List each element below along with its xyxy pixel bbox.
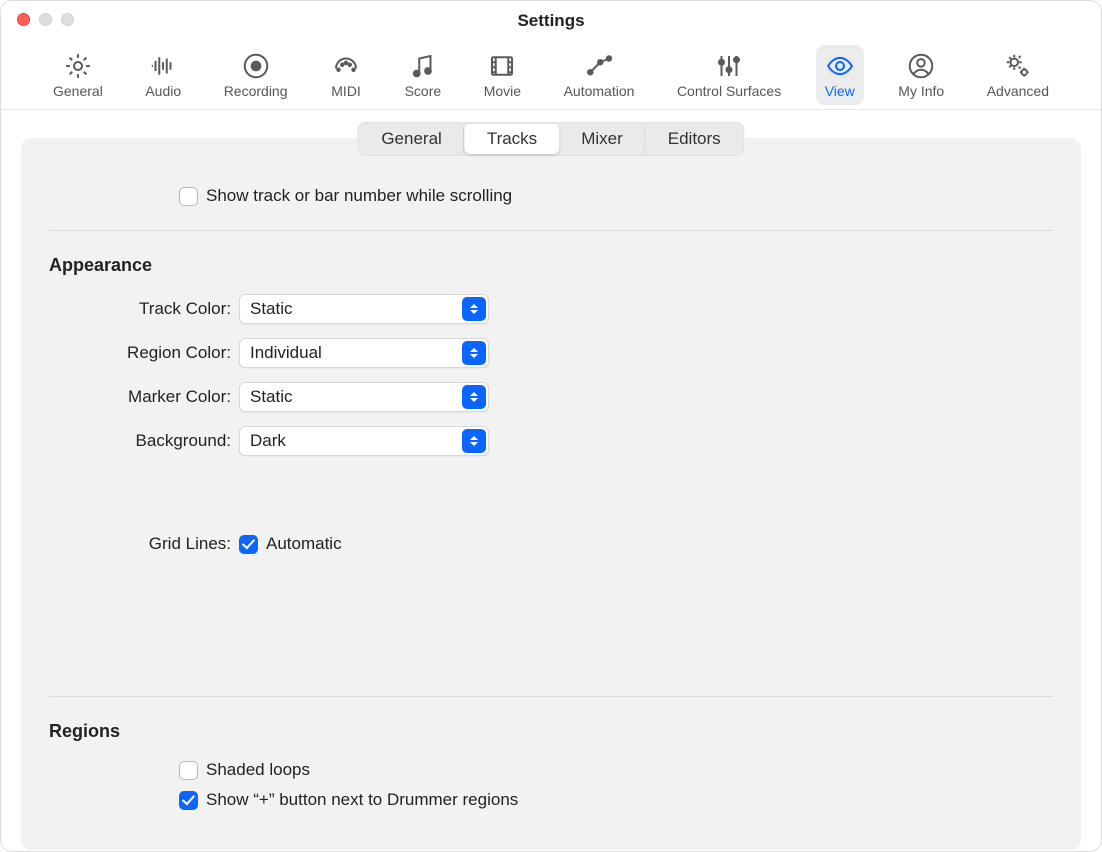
toolbar-tab-label: MIDI xyxy=(331,83,361,99)
midi-icon xyxy=(330,51,362,81)
show-track-or-bar-number-label: Show track or bar number while scrolling xyxy=(206,186,512,206)
show-track-or-bar-number-row: Show track or bar number while scrolling xyxy=(179,186,1053,206)
zoom-window-button[interactable] xyxy=(61,13,74,26)
music-note-icon xyxy=(407,51,439,81)
toolbar-tab-label: Control Surfaces xyxy=(677,83,781,99)
show-track-or-bar-number-checkbox[interactable] xyxy=(179,187,198,206)
separator xyxy=(49,230,1053,231)
segmented-control: General Tracks Mixer Editors xyxy=(357,122,744,156)
waveform-icon xyxy=(147,51,179,81)
toolbar-tab-label: Automation xyxy=(564,83,635,99)
titlebar: Settings xyxy=(1,1,1101,41)
show-plus-drummer-checkbox[interactable] xyxy=(179,791,198,810)
regions-section-title: Regions xyxy=(49,721,1053,742)
toolbar-tab-label: Score xyxy=(405,83,442,99)
background-select[interactable]: Dark xyxy=(239,426,489,456)
appearance-section-title: Appearance xyxy=(49,255,1053,276)
minimize-window-button[interactable] xyxy=(39,13,52,26)
toolbar-tab-audio[interactable]: Audio xyxy=(137,45,189,105)
segment-label: Mixer xyxy=(581,129,623,148)
region-color-label: Region Color: xyxy=(49,343,239,363)
toolbar-tab-my-info[interactable]: My Info xyxy=(890,45,952,105)
toolbar-tab-label: View xyxy=(825,83,855,99)
segment-tracks[interactable]: Tracks xyxy=(465,124,559,154)
settings-window: Settings General Audio Recording MIDI xyxy=(0,0,1102,852)
marker-color-row: Marker Color: Static xyxy=(49,382,1053,412)
sliders-icon xyxy=(713,51,745,81)
toolbar-tab-movie[interactable]: Movie xyxy=(476,45,529,105)
toolbar-tab-advanced[interactable]: Advanced xyxy=(979,45,1057,105)
segment-label: Tracks xyxy=(487,129,537,148)
segment-editors[interactable]: Editors xyxy=(646,124,743,154)
content-outer: General Tracks Mixer Editors Show track … xyxy=(1,110,1101,852)
background-row: Background: Dark xyxy=(49,426,1053,456)
person-circle-icon xyxy=(905,51,937,81)
segment-mixer[interactable]: Mixer xyxy=(559,124,646,154)
toolbar-tab-control-surfaces[interactable]: Control Surfaces xyxy=(669,45,789,105)
toolbar-tab-automation[interactable]: Automation xyxy=(556,45,643,105)
toolbar-tab-label: Audio xyxy=(145,83,181,99)
toolbar-tab-general[interactable]: General xyxy=(45,45,111,105)
track-color-label: Track Color: xyxy=(49,299,239,319)
film-icon xyxy=(486,51,518,81)
track-color-row: Track Color: Static xyxy=(49,294,1053,324)
show-plus-drummer-row: Show “+” button next to Drummer regions xyxy=(179,790,1053,810)
show-plus-drummer-label: Show “+” button next to Drummer regions xyxy=(206,790,518,810)
background-value: Dark xyxy=(250,431,286,451)
toolbar-tab-recording[interactable]: Recording xyxy=(216,45,296,105)
marker-color-label: Marker Color: xyxy=(49,387,239,407)
marker-color-value: Static xyxy=(250,387,293,407)
shaded-loops-label: Shaded loops xyxy=(206,760,310,780)
toolbar-tab-label: Movie xyxy=(484,83,521,99)
window-title: Settings xyxy=(517,11,584,31)
toolbar-tab-score[interactable]: Score xyxy=(397,45,450,105)
toolbar-tab-label: Recording xyxy=(224,83,288,99)
gear-icon xyxy=(62,51,94,81)
track-color-value: Static xyxy=(250,299,293,319)
tracks-panel-body: Show track or bar number while scrolling… xyxy=(21,138,1081,820)
select-arrows-icon xyxy=(462,429,486,453)
toolbar-tab-view[interactable]: View xyxy=(816,45,864,105)
toolbar-tab-midi[interactable]: MIDI xyxy=(322,45,370,105)
automation-icon xyxy=(583,51,615,81)
record-icon xyxy=(240,51,272,81)
track-color-select[interactable]: Static xyxy=(239,294,489,324)
traffic-lights xyxy=(17,13,74,26)
shaded-loops-row: Shaded loops xyxy=(179,760,1053,780)
separator xyxy=(49,696,1053,697)
gears-icon xyxy=(1002,51,1034,81)
segment-label: Editors xyxy=(668,129,721,148)
grid-lines-label: Grid Lines: xyxy=(49,534,239,554)
segment-general[interactable]: General xyxy=(359,124,464,154)
shaded-loops-checkbox[interactable] xyxy=(179,761,198,780)
close-window-button[interactable] xyxy=(17,13,30,26)
region-color-value: Individual xyxy=(250,343,322,363)
segment-label: General xyxy=(381,129,441,148)
region-color-select[interactable]: Individual xyxy=(239,338,489,368)
select-arrows-icon xyxy=(462,385,486,409)
select-arrows-icon xyxy=(462,341,486,365)
background-label: Background: xyxy=(49,431,239,451)
marker-color-select[interactable]: Static xyxy=(239,382,489,412)
toolbar-tab-label: My Info xyxy=(898,83,944,99)
eye-icon xyxy=(824,51,856,81)
grid-lines-value-label: Automatic xyxy=(266,534,342,554)
content-panel: General Tracks Mixer Editors Show track … xyxy=(21,138,1081,850)
grid-lines-checkbox[interactable] xyxy=(239,535,258,554)
toolbar-tab-label: General xyxy=(53,83,103,99)
toolbar-tab-label: Advanced xyxy=(987,83,1049,99)
region-color-row: Region Color: Individual xyxy=(49,338,1053,368)
preferences-toolbar: General Audio Recording MIDI Score xyxy=(1,41,1101,110)
grid-lines-row: Grid Lines: Automatic xyxy=(49,534,1053,554)
select-arrows-icon xyxy=(462,297,486,321)
